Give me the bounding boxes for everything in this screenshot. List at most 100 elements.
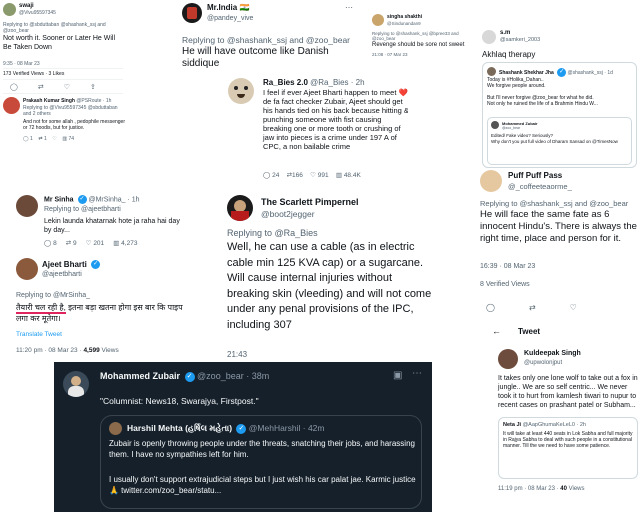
avatar: [487, 67, 496, 76]
tweet-card-singha[interactable]: singha shakthi @Sindunandan9 Replying to…: [370, 12, 472, 70]
author-handle: @zoo_bear · 38m: [197, 371, 270, 381]
avatar[interactable]: [3, 3, 16, 16]
views-icon[interactable]: ▥: [113, 240, 119, 247]
quoted-author-name: Harshil Mehta (હર્ષિલ મહેતા): [127, 423, 233, 433]
author-name[interactable]: singha shakthi: [387, 14, 422, 20]
action-bar: ◯⇄♡⇪: [10, 83, 116, 91]
author-handle[interactable]: @Sindunandan9: [387, 21, 421, 26]
like-count: 201: [93, 240, 105, 247]
replying-to: Replying to @shashank_ssj and @zoo_bear: [480, 199, 629, 208]
divider: [3, 79, 123, 80]
views-icon[interactable]: ▥: [62, 136, 67, 142]
verified-badge-icon: ✓: [184, 371, 195, 382]
quoted-tweet[interactable]: Harshil Mehta (હર્ષિલ મહેતા) ✓ @MehHarsh…: [100, 415, 422, 509]
author-name[interactable]: Mr.India 🇮🇳: [207, 3, 249, 12]
action-bar: ◯ 24 ⇄166 ♡ 991 ▥ 48.4K: [263, 171, 361, 179]
tweet-card-scarlett[interactable]: The Scarlett Pimpernel @boot2jegger Repl…: [225, 192, 435, 362]
translate-link[interactable]: Translate Tweet: [16, 331, 62, 338]
sub-author[interactable]: Prakash Kumar Singh @PSRoute · 1h: [23, 98, 111, 104]
author-name[interactable]: Kuldeepak Singh: [524, 350, 581, 357]
back-arrow-icon[interactable]: ←: [492, 326, 501, 336]
tweet-text: Revenge should be sore not sweet: [372, 42, 465, 48]
author-name-text: Mr.India: [207, 3, 238, 12]
like-icon[interactable]: ♡: [52, 136, 56, 142]
retweet-icon[interactable]: ⇄: [66, 240, 71, 247]
nested-quoted-tweet[interactable]: Mohammed Zubair @zoo_bear Edited/ Fake v…: [487, 117, 632, 165]
tweet-time: 9:35 · 08 Mar 23: [3, 61, 40, 67]
author-handle[interactable]: @samkeri_2003: [500, 37, 540, 43]
author-name: Mr Sinha: [44, 196, 74, 204]
author-handle: @MrSinha_ · 1h: [88, 196, 140, 204]
reply-icon[interactable]: ◯: [23, 136, 29, 142]
action-bar: ◯⇄♡: [486, 303, 611, 312]
reply-icon[interactable]: ◯: [486, 303, 529, 312]
more-icon[interactable]: ⋯: [345, 3, 353, 12]
quoted-text-1: Zubair is openly throwing people under t…: [109, 439, 415, 459]
avatar[interactable]: [227, 195, 253, 221]
quoted-author-handle: @shashank_ssj · 1d: [567, 69, 613, 76]
author-name[interactable]: Puff Puff Pass: [508, 171, 562, 180]
views-label: Views: [99, 347, 119, 354]
tweet-card-mr-sinha[interactable]: Mr Sinha ✓ @MrSinha_ · 1h Replying to @a…: [14, 190, 190, 368]
tweet-card-puff[interactable]: Puff Puff Pass @_coffeeteaorme_ Replying…: [478, 168, 640, 292]
replying-to: Replying to @ajeetbharti: [44, 206, 121, 213]
author[interactable]: Mr Sinha ✓ @MrSinha_ · 1h: [44, 195, 140, 204]
author-handle[interactable]: @pandey_vive: [207, 15, 253, 22]
tweet-text: He will have outcome like Danish siddiqu…: [182, 46, 329, 69]
avatar[interactable]: [182, 3, 202, 23]
author-name[interactable]: The Scarlett Pimpernel: [261, 197, 359, 207]
author-name[interactable]: s.m: [500, 30, 510, 36]
author-name[interactable]: swaji: [19, 3, 34, 9]
like-icon[interactable]: ♡: [570, 303, 611, 312]
engagement-stats[interactable]: 173 Verified Views · 3 Likes: [3, 71, 64, 77]
quoted-tweet[interactable]: Neta Ji @AapGhumaKeLeL0 · 2h It will tak…: [498, 417, 638, 479]
author-handle[interactable]: @Vivu95597345: [19, 10, 56, 16]
reply-icon[interactable]: ◯: [44, 240, 51, 247]
like-icon[interactable]: ♡: [64, 84, 90, 91]
author-handle[interactable]: @boot2jegger: [261, 209, 315, 219]
tweet-time: 21:43: [227, 350, 248, 359]
more-icon[interactable]: ⋯: [412, 368, 422, 379]
avatar[interactable]: [16, 195, 38, 217]
avatar[interactable]: [498, 349, 518, 369]
tweet-card-ra-bies[interactable]: Ra_Bies 2.0 @Ra_Bies · 2h I feel if ever…: [228, 76, 408, 184]
views-icon[interactable]: ▥: [336, 172, 342, 179]
quoted-author-name: Neta Ji: [503, 422, 522, 428]
like-icon[interactable]: ♡: [86, 240, 92, 247]
retweet-icon[interactable]: ⇄: [38, 136, 42, 142]
share-icon[interactable]: ⇪: [90, 84, 116, 91]
retweet-icon[interactable]: ⇄: [38, 84, 64, 91]
avatar[interactable]: [16, 258, 38, 280]
avatar[interactable]: [63, 371, 89, 397]
reply-icon[interactable]: ◯: [10, 84, 38, 91]
author-handle[interactable]: @upwolonjput: [524, 360, 562, 366]
tweet-text: Well, he can use a cable (as in electric…: [227, 241, 432, 331]
avatar[interactable]: [372, 14, 384, 26]
tweet-text: तैयारी चल रही है, इतना बड़ा खतना होगा इस…: [16, 302, 188, 324]
tweet-text: "Columnist: News18, Swarajya, Firstpost.…: [100, 396, 259, 406]
author-handle[interactable]: @ajeetbharti: [42, 271, 82, 278]
quoted-tweet[interactable]: Shashank Shekhar Jha ✓ @shashank_ssj · 1…: [482, 62, 637, 168]
ajeet-author[interactable]: Ajeet Bharti ✓: [42, 260, 101, 270]
avatar[interactable]: [3, 97, 20, 114]
avatar[interactable]: [228, 78, 254, 104]
tweet-card-mr-india[interactable]: Mr.India 🇮🇳 @pandey_vive ⋯ Replying to @…: [180, 0, 358, 80]
author[interactable]: Mohammed Zubair ✓ @zoo_bear · 38m: [100, 371, 269, 382]
like-icon[interactable]: ♡: [310, 172, 316, 179]
avatar[interactable]: [482, 30, 496, 44]
author[interactable]: Ra_Bies 2.0 @Ra_Bies · 2h: [263, 78, 365, 87]
verified-badge-icon: ✓: [557, 68, 567, 77]
replying-to: Replying to @sbduttaban @shashank_ssj an…: [3, 22, 106, 34]
tweet-card-kuldeepak[interactable]: ← Tweet Kuldeepak Singh @upwolonjput It …: [488, 322, 640, 512]
analytics-icon[interactable]: ▣: [393, 370, 402, 381]
retweet-icon[interactable]: ⇄: [529, 303, 570, 312]
avatar[interactable]: [480, 170, 502, 192]
reply-icon[interactable]: ◯: [263, 172, 270, 179]
tweet-card-sm[interactable]: s.m @samkeri_2003 Akhlaq therapy Shashan…: [480, 28, 640, 170]
reply-count: 8: [53, 240, 57, 247]
author-handle[interactable]: @_coffeeteaorme_: [508, 182, 572, 191]
tweet-card-zubair-dark[interactable]: Mohammed Zubair ✓ @zoo_bear · 38m ▣ ⋯ "C…: [54, 362, 432, 512]
tweet-card-swaji[interactable]: swaji @Vivu95597345 Replying to @sbdutta…: [0, 0, 128, 178]
quoted-author: Harshil Mehta (હર્ષિલ મહેતા) ✓ @MehHarsh…: [127, 423, 324, 434]
tweet-meta: 11:20 pm · 08 Mar 23 · 4,599 Views: [16, 347, 119, 354]
